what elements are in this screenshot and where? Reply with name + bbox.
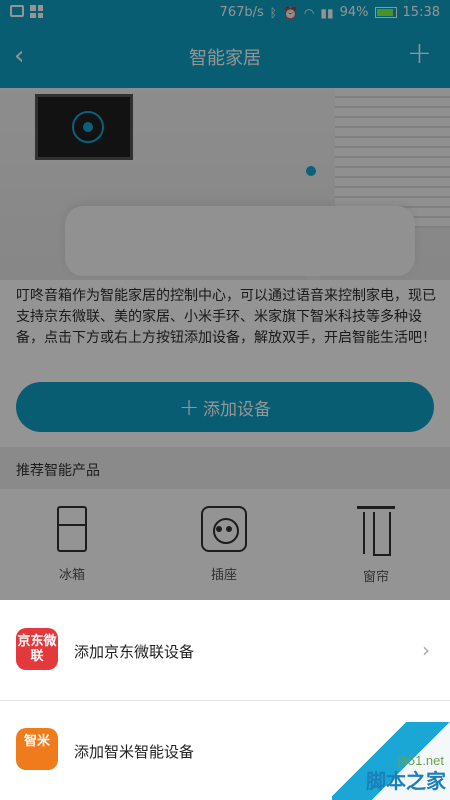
option-jd-weilian[interactable]: 京东微联 添加京东微联设备 ›	[0, 600, 450, 700]
option-label: 添加京东微联设备	[74, 643, 195, 661]
jd-weilian-logo-icon: 京东微联	[16, 628, 58, 670]
dim-overlay[interactable]	[0, 0, 450, 600]
zhimi-logo-icon: 智米	[16, 728, 58, 770]
chevron-right-icon: ›	[422, 638, 430, 662]
sheet-divider	[0, 700, 450, 701]
option-label: 添加智米智能设备	[74, 743, 195, 761]
watermark-name: 脚本之家	[366, 769, 446, 793]
